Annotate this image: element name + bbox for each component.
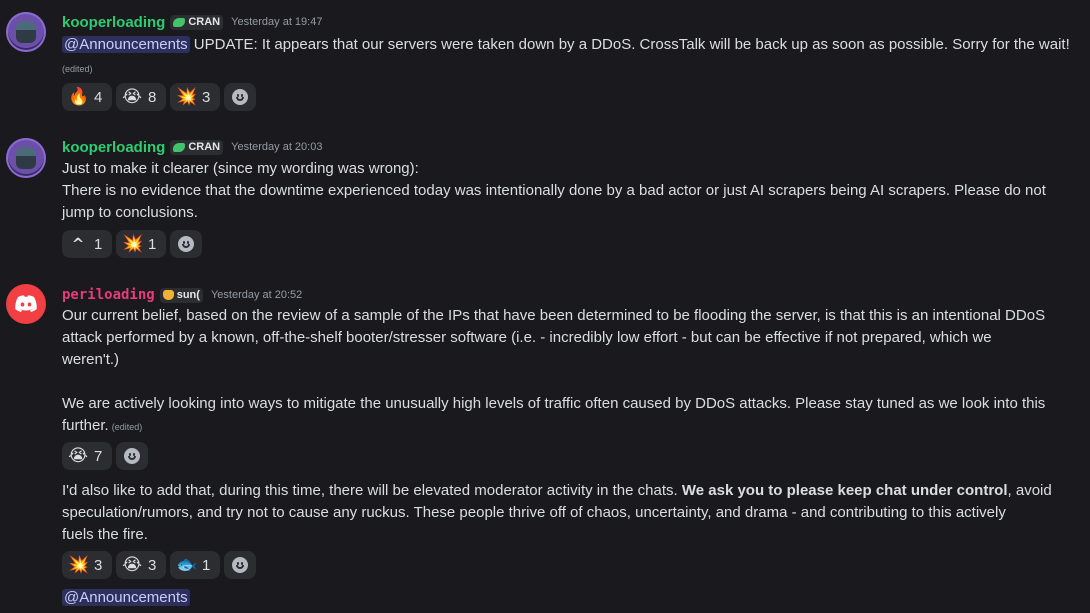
add-reaction-button[interactable] [224, 83, 256, 111]
avatar[interactable] [6, 138, 46, 178]
message-line: There is no evidence that the downtime e… [62, 182, 1046, 199]
crying-face-icon: 😭 [122, 86, 142, 107]
message-header: kooperloading CRAN Yesterday at 19:47 [62, 12, 322, 32]
reaction-bar: ^ 1 💥 1 [62, 230, 202, 258]
message-line: jump to conclusions. [62, 204, 198, 221]
reaction-bar: 😭 7 [62, 442, 148, 470]
message-line: attack performed by a known, off-the-she… [62, 329, 992, 346]
reaction-count: 3 [202, 88, 211, 106]
username[interactable]: kooperloading [62, 14, 165, 31]
discord-logo-icon [15, 295, 37, 312]
message-line: @Announcements [62, 587, 190, 609]
caret-up-icon: ^ [71, 234, 85, 253]
reaction-count: 4 [94, 88, 103, 106]
edited-label: (edited) [111, 422, 143, 432]
tag-label: CRAN [188, 141, 221, 153]
smiley-icon [232, 557, 248, 573]
timestamp[interactable]: Yesterday at 19:47 [231, 16, 322, 28]
leaf-icon [173, 142, 186, 152]
reaction-bar: 💥 3 😭 3 🐟 1 [62, 551, 256, 579]
server-tag[interactable]: CRAN [170, 139, 224, 155]
message-header: periloading sun( Yesterday at 20:52 [62, 285, 302, 305]
reaction-fire[interactable]: 🔥 4 [62, 83, 112, 111]
message-line: fuels the fire. [62, 526, 148, 543]
smiley-icon [178, 236, 194, 252]
smiley-icon [232, 89, 248, 105]
chat-log: kooperloading CRAN Yesterday at 19:47 @A… [0, 0, 1090, 613]
role-mention[interactable]: @Announcements [62, 36, 190, 53]
fish-icon: 🐟 [176, 554, 198, 575]
reaction-crying[interactable]: 😭 7 [62, 442, 112, 470]
reaction-collision[interactable]: 💥 3 [62, 551, 112, 579]
crying-face-icon: 😭 [122, 554, 142, 575]
message-body: UPDATE: It appears that our servers were… [189, 36, 1070, 53]
reaction-count: 1 [202, 556, 211, 574]
add-reaction-button[interactable] [170, 230, 202, 258]
tag-label: sun( [176, 289, 200, 301]
add-reaction-button[interactable] [224, 551, 256, 579]
message-line: further. (edited) [62, 415, 142, 438]
role-mention[interactable]: @Announcements [62, 589, 190, 606]
message-line: Our current belief, based on the review … [62, 307, 1046, 324]
cat-icon [162, 290, 174, 300]
reaction-crying[interactable]: 😭 8 [116, 83, 166, 111]
avatar[interactable] [6, 284, 46, 324]
message-text: , avoid [1007, 482, 1052, 499]
message-line: We are actively looking into ways to mit… [62, 395, 1046, 412]
message-text: I'd also like to add that, during this t… [62, 482, 682, 499]
reaction-count: 7 [94, 447, 103, 465]
collision-icon: 💥 [68, 554, 90, 575]
reaction-count: 1 [94, 235, 103, 253]
add-reaction-button[interactable] [116, 442, 148, 470]
bold-text: We ask you to please keep chat under con… [681, 482, 1008, 499]
message-line: Just to make it clearer (since my wordin… [62, 160, 419, 177]
reaction-count: 3 [148, 556, 157, 574]
collision-icon: 💥 [122, 233, 144, 254]
message-line: speculation/rumors, and try not to cause… [62, 504, 1006, 521]
message-line: weren't.) [62, 351, 120, 368]
reaction-collision[interactable]: 💥 1 [116, 230, 166, 258]
avatar[interactable] [6, 12, 46, 52]
crying-face-icon: 😭 [68, 445, 88, 466]
reaction-caret[interactable]: ^ 1 [62, 230, 112, 258]
reaction-count: 3 [94, 556, 103, 574]
collision-icon: 💥 [176, 86, 198, 107]
reaction-collision[interactable]: 💥 3 [170, 83, 220, 111]
fire-icon: 🔥 [68, 86, 90, 107]
reaction-count: 1 [148, 235, 157, 253]
username[interactable]: kooperloading [62, 139, 165, 156]
reaction-count: 8 [148, 88, 157, 106]
timestamp[interactable]: Yesterday at 20:03 [231, 141, 322, 153]
edited-label: (edited) [62, 64, 93, 74]
message-line-text: further. [62, 417, 109, 434]
message-header: kooperloading CRAN Yesterday at 20:03 [62, 137, 322, 157]
message-text: @Announcements UPDATE: It appears that o… [62, 34, 1070, 56]
reaction-fish[interactable]: 🐟 1 [170, 551, 220, 579]
reaction-crying[interactable]: 😭 3 [116, 551, 166, 579]
server-tag[interactable]: sun( [159, 287, 203, 303]
reaction-bar: 🔥 4 😭 8 💥 3 [62, 83, 256, 111]
leaf-icon [173, 17, 186, 27]
server-tag[interactable]: CRAN [170, 14, 224, 30]
timestamp[interactable]: Yesterday at 20:52 [211, 289, 302, 301]
tag-label: CRAN [188, 16, 221, 28]
username[interactable]: periloading [62, 287, 155, 303]
message-line: I'd also like to add that, during this t… [62, 480, 1052, 502]
smiley-icon [124, 448, 140, 464]
